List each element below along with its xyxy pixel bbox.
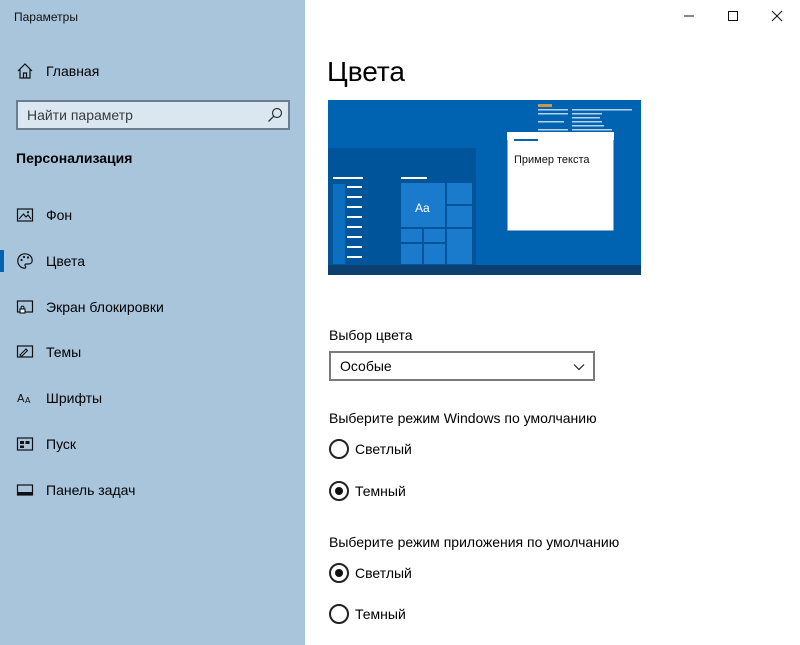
app-mode-dark-radio[interactable]: Темный [329, 602, 529, 626]
preview-image: Aa Пример текста [328, 100, 641, 275]
radio-circle [329, 563, 349, 583]
section-heading: Персонализация [16, 150, 133, 166]
themes-icon [16, 343, 34, 361]
radio-circle [329, 439, 349, 459]
palette-icon [16, 252, 34, 270]
radio-label: Темный [355, 606, 406, 622]
sidebar-item-home[interactable]: Главная [0, 58, 305, 84]
page-title: Цвета [327, 56, 405, 87]
sidebar-item-label: Темы [46, 344, 82, 360]
maximize-icon [728, 11, 738, 21]
image-icon [16, 206, 34, 224]
app-title: Параметры [14, 10, 78, 24]
color-choice-label: Выбор цвета [329, 327, 413, 343]
svg-text:A: A [25, 396, 31, 405]
fonts-icon: AA [16, 389, 34, 407]
windows-mode-dark-radio[interactable]: Темный [329, 479, 529, 503]
preview-sample-text: Пример текста [514, 154, 590, 166]
sidebar-item-themes[interactable]: Темы [0, 334, 305, 370]
color-choice-dropdown[interactable]: Особые [329, 351, 595, 381]
sidebar-item-label: Пуск [46, 436, 77, 452]
maximize-button[interactable] [710, 0, 756, 32]
sidebar: Параметры Главная Персонализация Фон Цве… [0, 0, 305, 645]
minimize-icon [684, 15, 694, 17]
minimize-button[interactable] [666, 0, 712, 32]
radio-selected-dot [335, 487, 343, 495]
sidebar-item-fonts[interactable]: AA Шрифты [0, 380, 305, 416]
search-icon[interactable] [267, 107, 283, 123]
chevron-down-icon [572, 360, 586, 374]
radio-circle [329, 604, 349, 624]
color-preview: Aa Пример текста [328, 100, 641, 275]
sidebar-item-label: Фон [46, 207, 73, 223]
radio-circle [329, 481, 349, 501]
radio-label: Светлый [355, 565, 412, 581]
windows-mode-label: Выберите режим Windows по умолчанию [329, 410, 597, 426]
close-icon [771, 10, 783, 22]
svg-text:A: A [17, 392, 25, 405]
app-mode-light-radio[interactable]: Светлый [329, 561, 529, 585]
lock-screen-icon [16, 298, 34, 316]
radio-label: Темный [355, 483, 406, 499]
app-mode-label: Выберите режим приложения по умолчанию [329, 534, 620, 550]
start-icon [16, 435, 34, 453]
radio-selected-dot [335, 569, 343, 577]
sidebar-item-lock-screen[interactable]: Экран блокировки [0, 289, 305, 325]
radio-label: Светлый [355, 441, 412, 457]
sidebar-item-label: Шрифты [46, 390, 103, 406]
preview-tiles [401, 183, 472, 264]
close-button[interactable] [754, 0, 800, 32]
home-icon [16, 62, 34, 80]
selection-indicator [0, 250, 4, 272]
sidebar-item-taskbar[interactable]: Панель задач [0, 472, 305, 508]
search-input[interactable] [18, 102, 258, 128]
preview-tile-text: Aa [415, 201, 430, 215]
sidebar-item-label: Панель задач [46, 482, 136, 498]
search-box[interactable] [16, 100, 290, 130]
preview-taskbar [328, 265, 641, 275]
dropdown-value: Особые [340, 358, 392, 374]
sidebar-item-background[interactable]: Фон [0, 197, 305, 233]
sidebar-item-colors[interactable]: Цвета [0, 243, 305, 279]
sidebar-item-label: Главная [46, 63, 100, 79]
windows-mode-light-radio[interactable]: Светлый [329, 437, 529, 461]
taskbar-icon [16, 481, 34, 499]
sidebar-item-label: Экран блокировки [46, 299, 164, 315]
sidebar-item-label: Цвета [46, 253, 85, 269]
sidebar-item-start[interactable]: Пуск [0, 426, 305, 462]
